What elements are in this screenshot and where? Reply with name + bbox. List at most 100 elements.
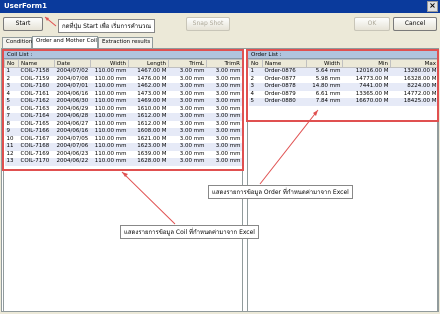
coil-list-column-header[interactable]: Length	[128, 59, 169, 68]
coil-list-column-header[interactable]: Name	[18, 59, 55, 68]
table-row[interactable]: 10 COIL-7167 2004/07/05 110.00 mm 1621.00 M 3…	[5, 136, 243, 144]
start-button[interactable]: Start	[3, 17, 43, 31]
table-cell: 110.00 mm	[94, 128, 127, 134]
table-cell: COIL-7166	[20, 128, 50, 134]
table-cell: 2004/06/27	[56, 120, 89, 127]
table-cell: 3.00 mm	[215, 120, 241, 127]
coil-table[interactable]: No Name Date Width Length TrimL TrimR 1 COIL-71…	[4, 59, 243, 166]
table-cell: 2004/06/30	[56, 98, 89, 104]
table-row[interactable]: 7 COIL-7164 2004/06/28 110.00 mm 1612.00 M 3.…	[4, 113, 242, 121]
table-cell: 10	[6, 135, 14, 142]
coil-list-column-header[interactable]: No	[4, 59, 19, 68]
table-cell: 5.98 mm	[315, 75, 341, 82]
table-row[interactable]: 5 Order-0880 7.84 mm 16670.00 M 18425.00 M	[248, 98, 437, 106]
table-cell: 2004/06/22	[56, 158, 89, 164]
table-cell: 2004/06/29	[56, 105, 89, 112]
order-list-column-header[interactable]: Max	[390, 59, 437, 68]
table-cell: 5.64 mm	[315, 68, 341, 74]
order-list-label: Order List :	[248, 51, 437, 59]
table-cell: 14773.00 M	[355, 75, 389, 82]
table-cell: 110.00 mm	[94, 98, 127, 104]
table-row[interactable]: 1 COIL-7158 2004/07/02 110.00 mm 1467.00 M 3.…	[4, 67, 242, 76]
table-row[interactable]: 4 COIL-7161 2004/06/16 110.00 mm 1473.00 M 3.…	[5, 91, 243, 99]
table-cell: COIL-7163	[20, 105, 50, 112]
coil-list-column-header[interactable]: Width	[90, 59, 129, 68]
table-cell: COIL-7162	[20, 98, 50, 104]
table-cell: 2004/07/06	[56, 143, 89, 149]
table-cell: 1610.00 M	[137, 105, 167, 112]
table-cell: 3	[6, 83, 11, 89]
table-row[interactable]: 13 COIL-7170 2004/06/22 110.00 mm 1628.00 M 3…	[4, 158, 242, 166]
order-list-column-header[interactable]: Min	[342, 59, 391, 68]
table-row[interactable]: 6 COIL-7163 2004/06/29 110.00 mm 1610.00 M 3.…	[5, 106, 243, 114]
table-cell: 2	[250, 75, 255, 82]
tab-condition[interactable]: Condition	[2, 37, 32, 48]
table-cell: COIL-7169	[20, 150, 50, 157]
window-title: UserForm1	[4, 2, 47, 10]
table-cell: 3.00 mm	[179, 128, 205, 134]
table-row[interactable]: 2 COIL-7159 2004/07/08 110.00 mm 1476.00 M 3.…	[5, 76, 243, 84]
table-cell: 3.00 mm	[179, 98, 205, 104]
order-list-column-header[interactable]: Name	[262, 59, 307, 68]
window-titlebar: UserForm1 ×	[0, 0, 440, 13]
table-row[interactable]: 2 Order-0877 5.98 mm 14773.00 M 16328.00 M	[249, 75, 438, 84]
table-cell: 3.00 mm	[179, 150, 205, 157]
table-cell: 1462.00 M	[137, 83, 167, 89]
table-row[interactable]: 5 COIL-7162 2004/06/30 110.00 mm 1469.00 M 3.…	[4, 98, 242, 106]
table-row[interactable]: 4 Order-0879 6.61 mm 13365.00 M 14772.00 M	[249, 90, 438, 99]
table-cell: 2004/06/16	[56, 90, 89, 97]
table-cell: 1621.00 M	[137, 135, 167, 142]
table-cell: 3.00 mm	[215, 98, 241, 104]
table-cell: 1612.00 M	[137, 120, 167, 127]
table-cell: 3.00 mm	[179, 120, 205, 127]
table-cell: 3.00 mm	[179, 75, 205, 82]
table-cell: COIL-7164	[20, 113, 50, 119]
table-cell: 5	[250, 98, 255, 104]
order-table[interactable]: No Name Width Min Max 1 Order-0876 5.64 mm 1201…	[248, 59, 438, 106]
table-cell: 2004/07/08	[56, 75, 89, 82]
table-cell: 1623.00 M	[137, 143, 167, 149]
cancel-button[interactable]: Cancel	[393, 17, 437, 31]
table-cell: 8	[6, 120, 11, 127]
order-list-column-header[interactable]: Width	[306, 59, 343, 68]
order-callout: แสดงรายการข้อมูล Order ที่กำหนดค่ามาจาก …	[208, 185, 353, 199]
table-cell: 110.00 mm	[94, 143, 127, 149]
tab-extraction-results[interactable]: Extraction results	[98, 37, 153, 48]
snap-shot-button[interactable]: Snap Shot	[186, 17, 230, 31]
table-cell: 3.00 mm	[179, 105, 205, 112]
table-cell: 110.00 mm	[94, 113, 127, 119]
table-row[interactable]: 3 Order-0878 14.80 mm 7441.00 M 8224.00 M	[248, 83, 437, 91]
table-row[interactable]: 11 COIL-7168 2004/07/06 110.00 mm 1623.00 M 3…	[4, 143, 242, 151]
order-list-column-header[interactable]: No	[248, 59, 263, 68]
table-row[interactable]: 9 COIL-7166 2004/06/16 110.00 mm 1608.00 M 3.…	[4, 128, 242, 136]
tab-order-and-mother-coil[interactable]: Order and Mother Coil	[32, 36, 98, 48]
table-cell: 1473.00 M	[137, 90, 167, 97]
table-cell: 3.00 mm	[215, 113, 241, 119]
table-row[interactable]: 12 COIL-7169 2004/06/23 110.00 mm 1639.00 M 3…	[5, 151, 243, 159]
table-cell: 14772.00 M	[403, 90, 437, 97]
table-row[interactable]: 1 Order-0876 5.64 mm 12016.00 M 13280.00 M	[248, 67, 437, 76]
coil-callout: แสดงรายการข้อมูล Coil ที่กำหนดค่ามาจาก E…	[120, 225, 259, 239]
table-cell: 1	[6, 68, 11, 74]
table-cell: 2	[6, 75, 11, 82]
table-cell: 3.00 mm	[215, 143, 241, 149]
table-cell: COIL-7170	[20, 158, 50, 164]
coil-list-column-header[interactable]: Date	[54, 59, 91, 68]
table-cell: 1469.00 M	[137, 98, 167, 104]
table-cell: 1612.00 M	[137, 113, 167, 119]
ok-button[interactable]: OK	[354, 17, 390, 31]
table-cell: 110.00 mm	[94, 68, 127, 74]
table-cell: 2004/06/16	[56, 128, 89, 134]
table-cell: 3.00 mm	[179, 83, 205, 89]
close-icon[interactable]: ×	[427, 1, 438, 12]
table-cell: 3.00 mm	[179, 113, 205, 119]
table-cell: 12	[6, 150, 14, 157]
table-cell: 16670.00 M	[355, 98, 389, 104]
coil-list-column-header[interactable]: TrimL	[168, 59, 207, 68]
table-row[interactable]: 3 COIL-7160 2004/07/01 110.00 mm 1462.00 M 3.…	[4, 83, 242, 91]
table-cell: 3.00 mm	[179, 90, 205, 97]
table-cell: 14.80 mm	[312, 83, 341, 89]
coil-list-column-header[interactable]: TrimR	[206, 59, 242, 68]
table-row[interactable]: 8 COIL-7165 2004/06/27 110.00 mm 1612.00 M 3.…	[5, 121, 243, 129]
table-cell: 3.00 mm	[179, 135, 205, 142]
